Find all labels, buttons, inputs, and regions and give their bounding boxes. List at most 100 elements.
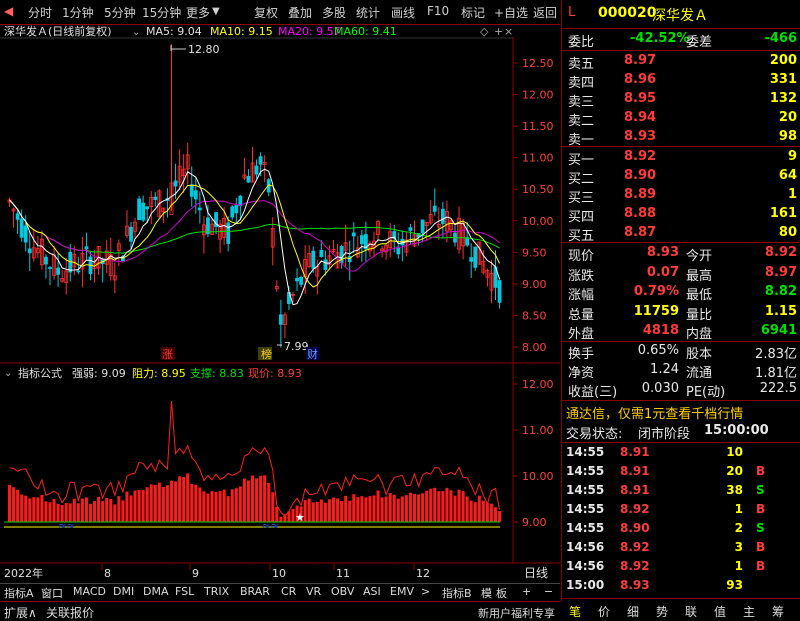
ma60-label: MA60: 9.41 (334, 25, 397, 38)
indicator-bar (72, 498, 76, 522)
indicator-bar (28, 498, 32, 522)
indicator-bar (441, 490, 445, 522)
quote-tab-5[interactable]: 值 (714, 603, 726, 620)
indicator-bar (437, 491, 441, 522)
candle-body (408, 227, 413, 231)
tick-row: 14:56 8.92 3 B (562, 539, 800, 559)
tab-more[interactable]: 更多 (186, 4, 210, 21)
date-tick-label: 12 (416, 567, 430, 580)
add-watchlist-button[interactable]: +自选 (494, 4, 528, 21)
mark-button[interactable]: 标记 (461, 4, 485, 21)
tab-vr[interactable]: VR (306, 585, 321, 598)
quote-tab-2[interactable]: 细 (627, 603, 639, 620)
tab-next[interactable]: > (421, 585, 430, 598)
tick-side: B (756, 464, 766, 478)
date-axis: 2022年 8 9 10 11 12 (4, 564, 430, 580)
tab-brar[interactable]: BRAR (240, 585, 270, 598)
price-tick-label: 9.00 (522, 278, 547, 291)
ma10-label: MA10: 9.15 (210, 25, 273, 38)
related-quote-button[interactable]: 关联报价 (46, 604, 94, 621)
tab-emv[interactable]: EMV (390, 585, 414, 598)
quote-tab-3[interactable]: 势 (656, 603, 668, 620)
overlay-button[interactable]: 叠加 (288, 4, 312, 21)
promo-row[interactable]: 通达信，仅需1元查看千档行情 (562, 402, 800, 422)
more-dropdown-icon[interactable]: ▼ (212, 6, 220, 17)
tab-fsl[interactable]: FSL (175, 585, 194, 598)
quote-tab-7[interactable]: 筹 (772, 603, 784, 620)
expand-button[interactable]: 扩展∧ (4, 604, 37, 621)
quote-tab-0[interactable]: 笔 (569, 603, 581, 620)
quote-tab-1[interactable]: 价 (598, 603, 610, 620)
stat-row-4: 外盘 4818 内盘 6941 (568, 323, 797, 342)
indicator-bar (360, 496, 364, 522)
tab-cr[interactable]: CR (281, 585, 296, 598)
bid-volume: 9 (787, 149, 797, 164)
tab-obv[interactable]: OBV (331, 585, 354, 598)
chart-close-icon[interactable]: × (504, 25, 513, 38)
tab-template[interactable]: 模 (481, 585, 492, 601)
indicator-dropdown-icon[interactable]: ⌄ (4, 368, 12, 379)
indicator-tick-label: 12.00 (522, 378, 554, 391)
fuquan-button[interactable]: 复权 (254, 4, 278, 21)
candle-body (145, 206, 150, 210)
tick-price: 8.91 (620, 464, 650, 478)
indicator-bar (44, 501, 48, 522)
back-button[interactable]: 返回 (533, 4, 557, 21)
tab-1min[interactable]: 1分钟 (62, 4, 94, 21)
indicator-axis: 12.00 11.00 10.00 9.00 (513, 378, 554, 529)
bid-price: 8.88 (624, 206, 657, 221)
indicator-bar (165, 485, 169, 522)
tab-15min[interactable]: 15分钟 (142, 4, 181, 21)
chart-settings-icon[interactable]: ◇ (480, 25, 489, 38)
indicator-bar (198, 487, 202, 522)
candle-body (23, 225, 28, 243)
tab-trix[interactable]: TRIX (204, 585, 229, 598)
f10-button[interactable]: F10 (427, 4, 449, 18)
indicator-bar (344, 495, 348, 522)
tab-5min[interactable]: 5分钟 (104, 4, 136, 21)
chart-header-dropdown-icon[interactable]: ⌄ (132, 27, 140, 38)
tab-remove[interactable]: − (544, 585, 553, 598)
indicator-bar (133, 490, 137, 522)
indicator-bar (368, 496, 372, 522)
tab-macd[interactable]: MACD (73, 585, 106, 598)
menu-arrow-icon[interactable]: ◀ (4, 4, 13, 18)
promo-text[interactable]: 通达信，仅需1元查看千档行情 (566, 403, 743, 422)
candle-body (432, 205, 437, 212)
quote-tab-6[interactable]: 主 (743, 603, 755, 620)
chart-toolbar: ◀ 分时 1分钟 5分钟 15分钟 更多 ▼ 复权 叠加 多股 统计 画线 F1… (0, 0, 560, 25)
tab-indicator-a[interactable]: 指标A (4, 585, 34, 601)
tab-asi[interactable]: ASI (363, 585, 381, 598)
tab-indicator-b[interactable]: 指标B (442, 585, 472, 601)
kline-chart-area[interactable]: 深华发Ａ(日线前复权) ⌄ MA5: 9.04 MA10: 9.15 MA20:… (0, 24, 560, 585)
chart-add-icon[interactable]: + (494, 25, 503, 38)
indicator-bar (255, 478, 259, 522)
indicator-bar (421, 493, 425, 522)
ask-price: 8.94 (624, 110, 657, 125)
indicator-bar (485, 502, 489, 522)
quote-tab-4[interactable]: 联 (685, 603, 697, 620)
indicator-bar (234, 488, 238, 522)
indicator-bar (461, 490, 465, 522)
stats-button[interactable]: 统计 (356, 4, 380, 21)
tick-side: B (756, 502, 766, 516)
date-tick-label: 9 (192, 567, 199, 580)
promo-link[interactable]: 新用户福利专享 (478, 605, 555, 621)
tab-add[interactable]: + (522, 585, 531, 598)
zhang-marker-label: 涨 (162, 348, 173, 361)
tab-dma[interactable]: DMA (143, 585, 169, 598)
draw-line-button[interactable]: 画线 (391, 4, 415, 21)
indicator-bar (481, 500, 485, 522)
candle-body (48, 267, 52, 269)
tab-board[interactable]: 板 (496, 585, 507, 601)
candle-body (311, 250, 316, 269)
multi-stock-button[interactable]: 多股 (322, 4, 346, 21)
candle-body (19, 218, 24, 238)
indicator-bar (267, 482, 271, 522)
kline-svg[interactable]: 深华发Ａ(日线前复权) ⌄ MA5: 9.04 MA10: 9.15 MA20:… (0, 24, 560, 585)
tab-fenshi[interactable]: 分时 (28, 4, 52, 21)
tab-dmi[interactable]: DMI (113, 585, 134, 598)
price-tick-label: 12.50 (522, 57, 554, 70)
tab-window[interactable]: 窗口 (41, 585, 63, 601)
indicator-bar (194, 484, 198, 522)
